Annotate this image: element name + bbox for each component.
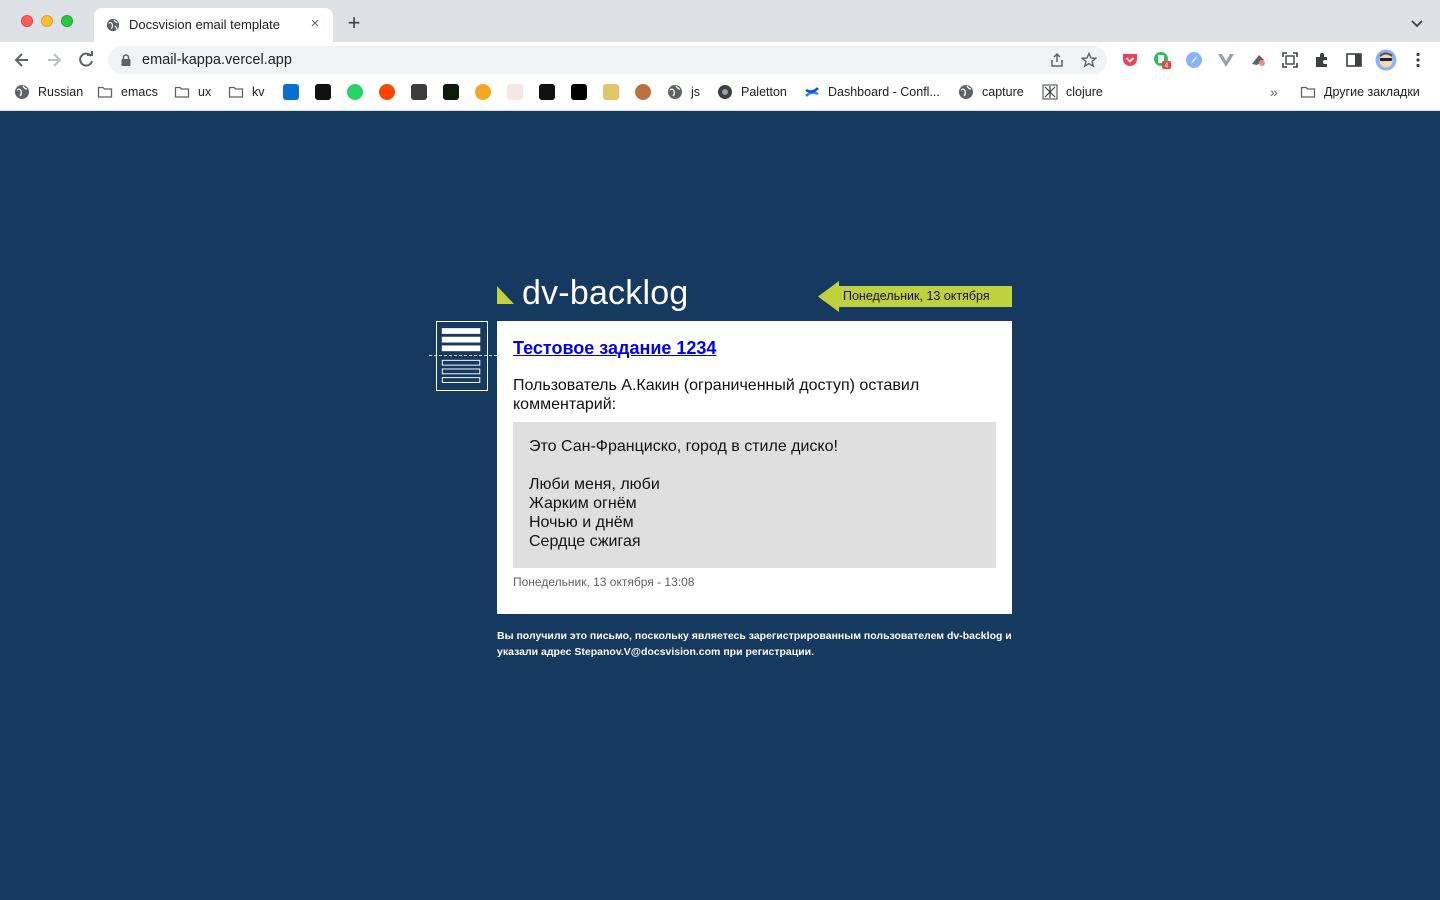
star-icon[interactable] xyxy=(1081,52,1097,68)
bookmark-folder-other[interactable]: Другие закладки xyxy=(1300,83,1420,101)
tab-strip: Docsvision email template × + xyxy=(0,0,1440,42)
comment-line: Люби меня, люби xyxy=(529,476,660,493)
pattern-bookmark-icon[interactable] xyxy=(603,84,619,100)
url-text[interactable]: email-kappa.vercel.app xyxy=(142,52,292,68)
bookmarks-bar: Russian emacs ux kv js Paletton Dashboar… xyxy=(0,78,1440,106)
globe-icon xyxy=(959,85,973,99)
confluence-icon xyxy=(805,87,819,97)
logo-triangle-icon xyxy=(497,286,514,304)
date-tag: Понедельник, 13 октября xyxy=(843,289,990,303)
bookmark-label: Russian xyxy=(38,85,84,99)
whatsapp-bookmark-icon[interactable] xyxy=(347,84,363,100)
bookmark-js[interactable]: js xyxy=(667,83,700,101)
chevron-down-icon[interactable] xyxy=(1409,15,1425,31)
vue-devtools-icon[interactable] xyxy=(1217,51,1235,69)
bookmark-folder-emacs[interactable]: emacs xyxy=(97,83,158,101)
clojure-icon xyxy=(1042,84,1058,100)
window-close-button[interactable] xyxy=(21,15,33,27)
dots-bookmark-icon[interactable] xyxy=(571,84,587,100)
evernote-extension-icon[interactable]: 4 xyxy=(1153,51,1171,69)
folder-icon xyxy=(1300,86,1316,98)
footer-notice: Вы получили это письмо, поскольку являет… xyxy=(497,630,1012,658)
puzzle-icon[interactable] xyxy=(1313,51,1331,69)
browser-toolbar: email-kappa.vercel.app 4 xyxy=(0,42,1440,78)
email-card: Тестовое задание 1234 Пользователь А.Как… xyxy=(497,321,1012,614)
tab-title: Docsvision email template xyxy=(129,17,281,32)
gear-bookmark-icon[interactable] xyxy=(411,84,427,100)
toolbar-divider xyxy=(0,110,1440,111)
bookmark-paletton[interactable]: Paletton xyxy=(717,83,787,101)
browser-chrome: Docsvision email template × + email-kapp… xyxy=(0,0,1440,111)
bookmark-label: ux xyxy=(198,85,212,99)
folder-icon xyxy=(174,86,190,98)
more-vertical-icon[interactable] xyxy=(1409,51,1427,69)
document-icon xyxy=(436,321,488,391)
bookmark-clojure[interactable]: clojure xyxy=(1042,83,1103,101)
comment-quote: Это Сан-Франциско, город в стиле диско! … xyxy=(513,422,996,568)
extension-badge: 4 xyxy=(1165,63,1169,70)
outlook-bookmark-icon[interactable] xyxy=(283,84,299,100)
bookmark-dashboard[interactable]: Dashboard - Confl... xyxy=(804,83,940,101)
reddit-bookmark-icon[interactable] xyxy=(379,84,395,100)
globe-icon xyxy=(15,85,29,99)
dog-bookmark-icon[interactable] xyxy=(635,84,651,100)
share-icon[interactable] xyxy=(1049,52,1065,68)
medium-bookmark-icon[interactable] xyxy=(539,84,555,100)
bookmark-folder-kv[interactable]: kv xyxy=(228,83,265,101)
comment-line: Сердце сжигая xyxy=(529,533,641,550)
bookmark-label: clojure xyxy=(1066,85,1103,99)
bookmark-label: js xyxy=(691,85,701,99)
forward-arrow-icon[interactable] xyxy=(44,50,64,70)
bookmark-label: Другие закладки xyxy=(1324,85,1420,99)
tab-close-icon[interactable]: × xyxy=(307,16,323,32)
codepen-bookmark-icon[interactable] xyxy=(315,84,331,100)
bookmark-label: capture xyxy=(982,85,1024,99)
folder-icon xyxy=(97,86,113,98)
bookmark-label: emacs xyxy=(121,85,158,99)
bookmark-label: Paletton xyxy=(741,85,787,99)
bookmark-russian[interactable]: Russian xyxy=(14,83,83,101)
back-arrow-icon[interactable] xyxy=(12,50,32,70)
bookmarks-overflow-button[interactable]: » xyxy=(1270,83,1278,101)
globe-icon xyxy=(106,18,120,32)
reload-icon[interactable] xyxy=(76,50,96,70)
compass-extension-icon[interactable] xyxy=(1185,51,1203,69)
comment-author-line: Пользователь А.Какин (ограниченный досту… xyxy=(513,377,920,413)
comment-line: Это Сан-Франциско, город в стиле диско! xyxy=(529,438,838,455)
bookmark-label: Dashboard - Confl... xyxy=(828,85,940,99)
yc-bookmark-icon[interactable] xyxy=(507,84,523,100)
window-maximize-button[interactable] xyxy=(61,15,73,27)
comment-line: Ночью и днём xyxy=(529,514,634,531)
comment-line: Жарким огнём xyxy=(529,495,637,512)
screenshot-icon[interactable] xyxy=(1281,51,1299,69)
comment-timestamp: Понедельник, 13 октября - 13:08 xyxy=(513,575,695,589)
share-bookmark-icon[interactable] xyxy=(475,84,491,100)
palette-icon xyxy=(718,85,732,99)
terminal-bookmark-icon[interactable] xyxy=(443,84,459,100)
bookmark-label: kv xyxy=(252,85,265,99)
pocket-icon[interactable] xyxy=(1121,51,1139,69)
folder-icon xyxy=(228,86,244,98)
globe-icon xyxy=(668,85,682,99)
window-minimize-button[interactable] xyxy=(41,15,53,27)
avatar[interactable] xyxy=(1375,49,1397,71)
logo: dv-backlog xyxy=(522,274,689,312)
bookmark-capture[interactable]: capture xyxy=(958,83,1024,101)
address-bar[interactable]: email-kappa.vercel.app xyxy=(108,46,1107,74)
task-title-link[interactable]: Тестовое задание 1234 xyxy=(513,338,716,359)
new-tab-button[interactable]: + xyxy=(344,12,364,34)
side-panel-icon[interactable] xyxy=(1345,51,1363,69)
bookmark-folder-ux[interactable]: ux xyxy=(174,83,211,101)
react-extension-icon[interactable] xyxy=(1249,51,1267,69)
tab-active[interactable]: Docsvision email template × xyxy=(94,8,333,42)
lock-icon[interactable] xyxy=(121,54,131,66)
